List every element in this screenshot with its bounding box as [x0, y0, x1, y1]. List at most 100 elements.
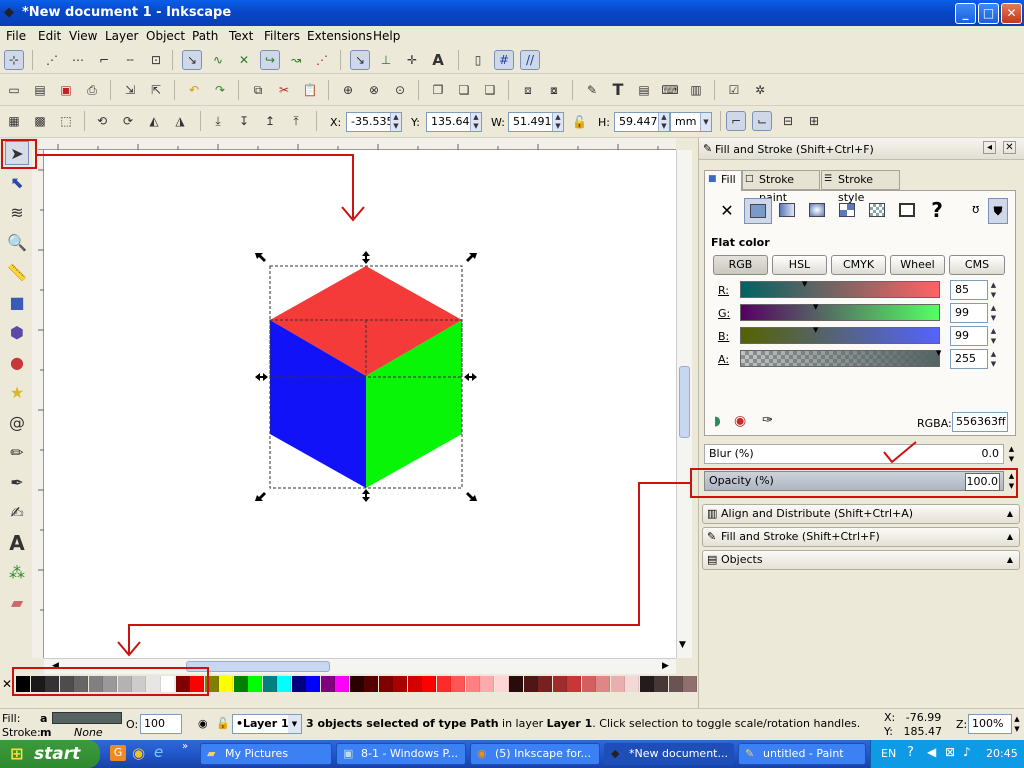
- menu-file[interactable]: File: [6, 29, 26, 43]
- menu-extensions[interactable]: Extensions: [307, 29, 372, 43]
- task-paint[interactable]: ✎ untitled - Paint: [738, 743, 866, 765]
- handle-e-icon[interactable]: [464, 373, 477, 381]
- menu-view[interactable]: View: [69, 29, 97, 43]
- b-slider-marker-icon[interactable]: ▼: [813, 326, 818, 334]
- quicklaunch-app-icon[interactable]: G: [110, 745, 126, 761]
- palette-swatch[interactable]: [306, 676, 320, 692]
- palette-swatch[interactable]: [480, 676, 494, 692]
- zoom-page-icon[interactable]: ⊙: [390, 80, 410, 100]
- cut-icon[interactable]: ✂: [274, 80, 294, 100]
- task-inkscape[interactable]: ◆ *New document...: [604, 743, 734, 765]
- snap-others-icon[interactable]: ↘: [350, 50, 370, 70]
- vertical-scrollbar[interactable]: ▼: [676, 150, 692, 658]
- minimize-button[interactable]: _: [955, 3, 976, 24]
- a-spin-icon[interactable]: ▲ ▼: [988, 349, 999, 369]
- xml-editor-icon[interactable]: ⌨: [660, 80, 680, 100]
- tweak-tool-icon[interactable]: ≋: [5, 201, 29, 225]
- snap-toggle-icon[interactable]: ⊹: [4, 50, 24, 70]
- handle-ne-icon[interactable]: [466, 253, 477, 262]
- copy-icon[interactable]: ⧉: [248, 80, 268, 100]
- palette-swatch[interactable]: [581, 676, 596, 692]
- flat-color-icon[interactable]: [744, 198, 772, 224]
- handle-sw-icon[interactable]: [255, 492, 266, 501]
- rotate-ccw-icon[interactable]: ⟲: [92, 111, 112, 131]
- raise-top-icon[interactable]: ⤒: [286, 111, 306, 131]
- b-slider[interactable]: [740, 327, 940, 344]
- quicklaunch-expand-icon[interactable]: »: [182, 741, 188, 752]
- snap-intersection-icon[interactable]: ✕: [234, 50, 254, 70]
- pen-tool-icon[interactable]: ✒: [5, 471, 29, 495]
- palette-swatch[interactable]: [291, 676, 306, 692]
- handle-se-icon[interactable]: [466, 492, 477, 501]
- w-spin-icon[interactable]: ▲ ▼: [552, 113, 563, 131]
- y-input[interactable]: 135.647 ▲ ▼: [426, 112, 482, 132]
- lower-bottom-icon[interactable]: ⤓: [208, 111, 228, 131]
- palette-swatch[interactable]: [364, 676, 378, 692]
- palette-swatch[interactable]: [567, 676, 581, 692]
- h-input[interactable]: 59.447 ▲ ▼: [614, 112, 670, 132]
- spray-tool-icon[interactable]: ⁂: [5, 561, 29, 585]
- snap-page-icon[interactable]: ▯: [468, 50, 488, 70]
- w-input[interactable]: 51.491 ▲ ▼: [508, 112, 564, 132]
- flip-horizontal-icon[interactable]: ◭: [144, 111, 164, 131]
- snap-cusp-icon[interactable]: ↪: [260, 50, 280, 70]
- stroke-none-label[interactable]: None: [74, 726, 103, 739]
- snap-bbox-corner-icon[interactable]: ⌐: [94, 50, 114, 70]
- snap-rotation-icon[interactable]: ✛: [402, 50, 422, 70]
- a-slider-marker-icon[interactable]: ▼: [936, 349, 941, 357]
- snap-guide-icon[interactable]: //: [520, 50, 540, 70]
- menu-edit[interactable]: Edit: [38, 29, 61, 43]
- layers-icon[interactable]: ▤: [634, 80, 654, 100]
- dock-collapse-icon[interactable]: ▲: [1007, 528, 1013, 546]
- menu-path[interactable]: Path: [192, 29, 218, 43]
- align-distribute-icon[interactable]: ▥: [686, 80, 706, 100]
- select-all-icon[interactable]: ▦: [4, 111, 24, 131]
- scroll-down-icon[interactable]: ▼: [679, 640, 686, 650]
- duplicate-icon[interactable]: ❐: [428, 80, 448, 100]
- pencil-tool-icon[interactable]: ✏: [5, 441, 29, 465]
- handle-nw-icon[interactable]: [255, 253, 266, 262]
- raise-icon[interactable]: ↥: [260, 111, 280, 131]
- layer-visibility-icon[interactable]: ◉: [198, 717, 208, 730]
- palette-swatch[interactable]: [494, 676, 509, 692]
- node-tool-icon[interactable]: ⬉: [5, 171, 29, 195]
- palette-swatch[interactable]: [668, 676, 683, 692]
- fill-stroke-icon[interactable]: ✎: [582, 80, 602, 100]
- snap-bbox-edge-icon[interactable]: ⋯: [68, 50, 88, 70]
- select-all-layers-icon[interactable]: ▩: [30, 111, 50, 131]
- y-spin-icon[interactable]: ▲ ▼: [470, 113, 481, 131]
- palette-swatch[interactable]: [248, 676, 262, 692]
- handle-s-icon[interactable]: [362, 489, 370, 502]
- zoom-input[interactable]: 100%: [968, 714, 1012, 734]
- close-button[interactable]: ✕: [1001, 3, 1022, 24]
- dock-expand-icon[interactable]: ▲: [1007, 505, 1013, 523]
- deselect-icon[interactable]: ⬚: [56, 111, 76, 131]
- snap-paths-icon[interactable]: ∿: [208, 50, 228, 70]
- paste-icon[interactable]: 📋: [300, 80, 320, 100]
- group-icon[interactable]: ⧈: [518, 80, 538, 100]
- tab-stroke-style[interactable]: Stroke style: [821, 170, 900, 204]
- x-input[interactable]: -35.535 ▲ ▼: [346, 112, 402, 132]
- scale-stroke-icon[interactable]: ⌐: [726, 111, 746, 131]
- r-spin-icon[interactable]: ▲ ▼: [988, 280, 999, 300]
- layer-select[interactable]: •Layer 1 ▼: [232, 714, 302, 734]
- tray-network-icon[interactable]: ⊠: [945, 745, 955, 759]
- print-icon[interactable]: ⎙: [82, 80, 102, 100]
- eraser-tool-icon[interactable]: ▰: [5, 591, 29, 615]
- palette-swatch[interactable]: [407, 676, 422, 692]
- rotate-cw-icon[interactable]: ⟳: [118, 111, 138, 131]
- handle-n-icon[interactable]: [362, 251, 370, 264]
- fill-rule-evenodd-icon[interactable]: ʊ: [972, 202, 979, 216]
- mode-cmyk-button[interactable]: CMYK: [831, 255, 886, 275]
- mode-cms-button[interactable]: CMS: [949, 255, 1005, 275]
- transform-gradients-icon[interactable]: ⊟: [778, 111, 798, 131]
- chevron-down-icon[interactable]: ▼: [700, 113, 711, 131]
- dock-objects[interactable]: ▤ Objects ▲: [702, 550, 1020, 570]
- opacity-indicator-input[interactable]: 100: [140, 714, 182, 734]
- dock-fill-stroke[interactable]: ✎ Fill and Stroke (Shift+Ctrl+F) ▲: [702, 527, 1020, 547]
- layer-dropdown-icon[interactable]: ▼: [288, 715, 301, 733]
- menu-object[interactable]: Object: [146, 29, 185, 43]
- scroll-right-icon[interactable]: ▶: [662, 661, 669, 671]
- spiral-tool-icon[interactable]: @: [5, 411, 29, 435]
- no-paint-icon[interactable]: ✕: [716, 200, 738, 222]
